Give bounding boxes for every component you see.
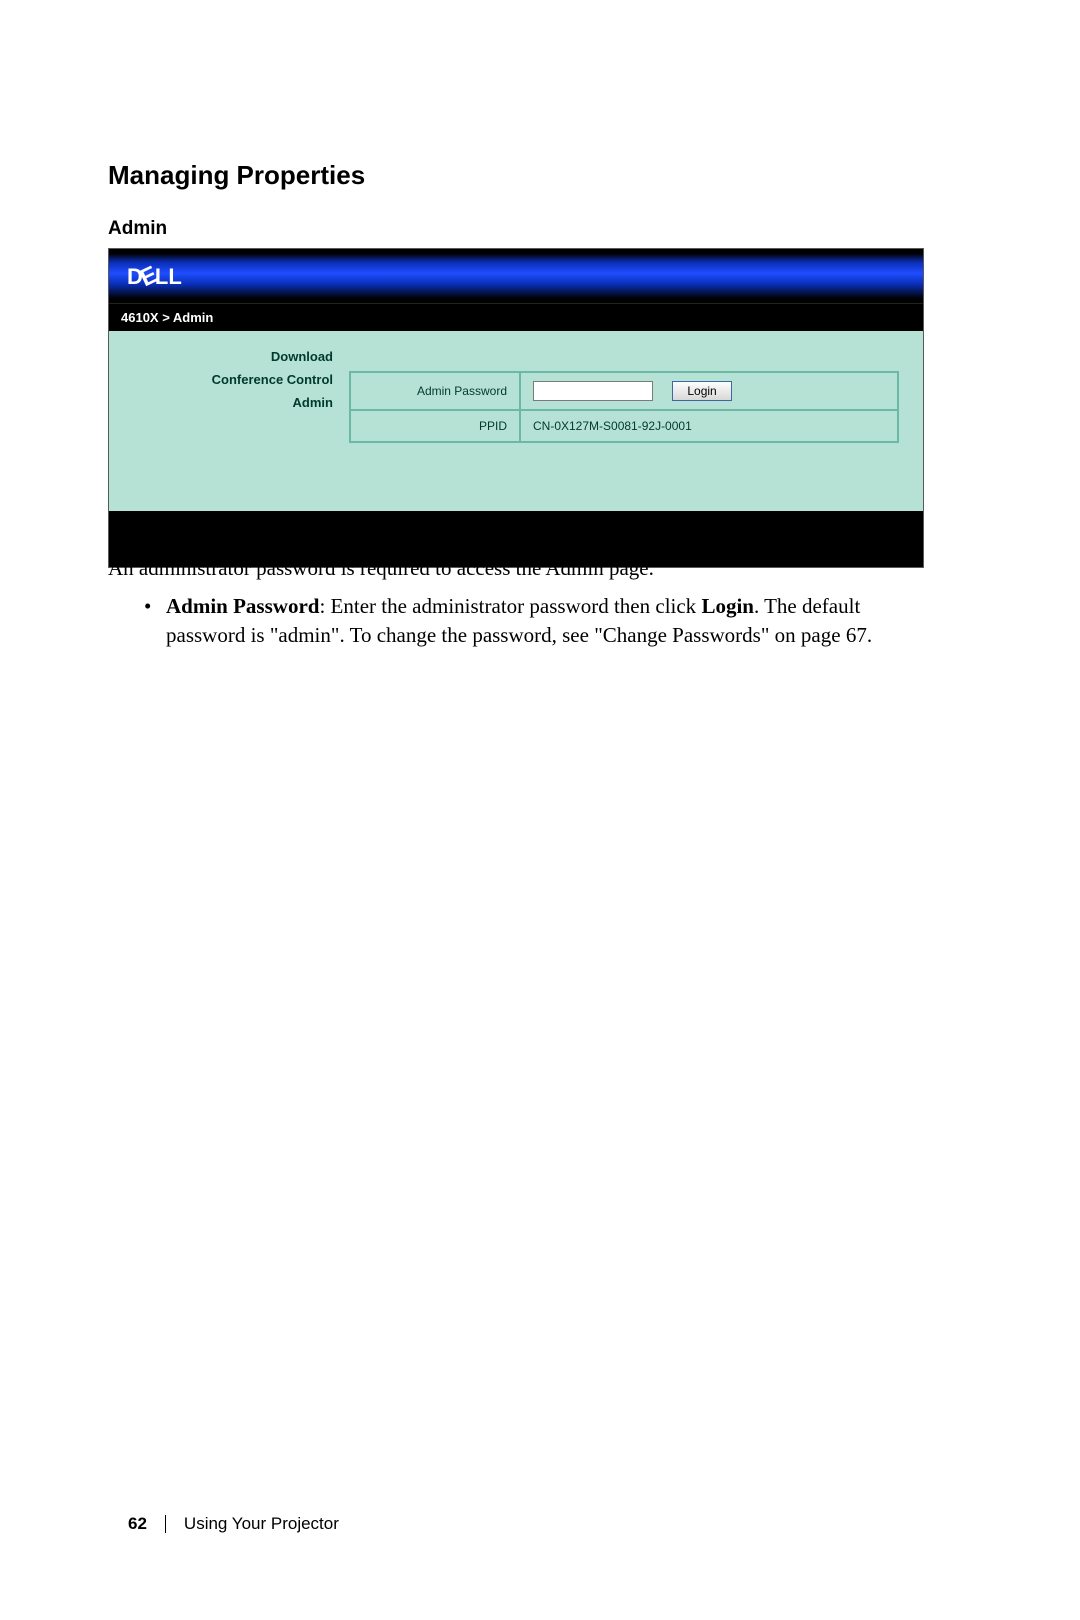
bullet-text-1: : Enter the administrator password then … xyxy=(319,594,701,618)
sidebar-item-conference-control[interactable]: Conference Control xyxy=(117,368,333,391)
section-heading: Managing Properties xyxy=(108,160,365,191)
section-subheading: Admin xyxy=(108,218,167,240)
page-number: 62 xyxy=(128,1514,147,1534)
login-button[interactable]: Login xyxy=(672,381,731,401)
sidebar-item-admin[interactable]: Admin xyxy=(117,391,333,414)
sidebar-item-download[interactable]: Download xyxy=(117,345,333,368)
intro-paragraph: An administrator password is required to… xyxy=(108,554,924,582)
admin-table: Admin Password Login PPID CN-0X127M-S008… xyxy=(349,371,899,443)
admin-password-input[interactable] xyxy=(533,381,653,401)
footer-separator xyxy=(165,1515,166,1533)
password-row: Admin Password Login xyxy=(350,372,898,410)
screenshot-topbar: DELL xyxy=(109,249,923,303)
screenshot-body: Download Conference Control Admin Admin … xyxy=(109,331,923,511)
bullet-admin-password: Admin Password: Enter the administrator … xyxy=(144,592,924,649)
page-footer: 62 Using Your Projector xyxy=(128,1514,339,1534)
bullet-bold-2: Login xyxy=(701,594,754,618)
bullet-bold-1: Admin Password xyxy=(166,594,319,618)
admin-screenshot: DELL 4610X > Admin Download Conference C… xyxy=(108,248,924,568)
sidebar: Download Conference Control Admin xyxy=(109,331,349,511)
admin-password-cell: Login xyxy=(520,372,898,410)
body-text: An administrator password is required to… xyxy=(108,554,924,649)
main-panel: Admin Password Login PPID CN-0X127M-S008… xyxy=(349,331,923,511)
admin-password-label: Admin Password xyxy=(350,372,520,410)
ppid-row: PPID CN-0X127M-S0081-92J-0001 xyxy=(350,410,898,442)
footer-section: Using Your Projector xyxy=(184,1514,339,1534)
ppid-label: PPID xyxy=(350,410,520,442)
breadcrumb: 4610X > Admin xyxy=(109,303,923,331)
ppid-value: CN-0X127M-S0081-92J-0001 xyxy=(520,410,898,442)
dell-logo: DELL xyxy=(127,264,182,290)
